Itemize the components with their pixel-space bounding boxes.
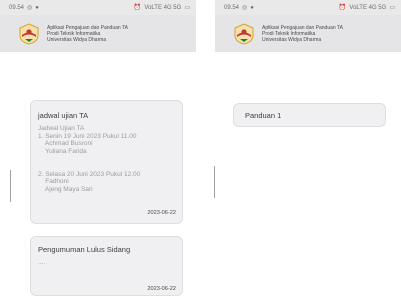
battery-icon: ▭ (389, 4, 395, 11)
app-title: Aplikasi Pengajuan dan Panduan TA Prodi … (262, 24, 343, 43)
announcement-card[interactable]: jadwal ujian TA Jadwal Ujian TA 1. Senin… (30, 100, 183, 224)
university-logo-icon (234, 22, 254, 45)
card-body: .... (38, 259, 46, 266)
card-title: Pengumuman Lulus Sidang (38, 245, 131, 254)
guide-list-item[interactable]: Panduan 1 (233, 103, 386, 127)
app-header: Aplikasi Pengajuan dan Panduan TA Prodi … (0, 15, 196, 52)
circle-status-icon: ● (250, 4, 254, 11)
card-body: Jadwal Ujian TA 1. Senin 19 Juni 2023 Pu… (38, 125, 141, 193)
status-bar: 09.54 ◎ ● ⏰ VoLTE 4G 5G ▭ (215, 0, 401, 15)
card-title: jadwal ujian TA (38, 111, 89, 120)
guide-title: Panduan 1 (245, 111, 282, 120)
alarm-icon: ⏰ (133, 4, 142, 11)
university-logo-icon (19, 22, 39, 45)
card-date: 2023-06-22 (147, 286, 176, 292)
card-date: 2023-06-22 (147, 210, 176, 216)
battery-icon: ▭ (184, 4, 190, 11)
announcement-card[interactable]: Pengumuman Lulus Sidang .... 2023-06-22 (30, 236, 183, 296)
status-bar: 09.54 ◎ ● ⏰ VoLTE 4G 5G ▭ (0, 0, 196, 15)
whatsapp-icon: ◎ (27, 4, 33, 11)
network-indicator: VoLTE 4G 5G (349, 4, 387, 11)
phone-screen-right: 09.54 ◎ ● ⏰ VoLTE 4G 5G ▭ Aplikasi Penga… (215, 0, 401, 300)
whatsapp-icon: ◎ (242, 4, 248, 11)
status-time: 09.54 (9, 4, 25, 11)
app-title: Aplikasi Pengajuan dan Panduan TA Prodi … (47, 24, 128, 43)
alarm-icon: ⏰ (338, 4, 347, 11)
status-time: 09.54 (224, 4, 240, 11)
scroll-handle (10, 170, 11, 202)
network-indicator: VoLTE 4G 5G (144, 4, 182, 11)
app-header: Aplikasi Pengajuan dan Panduan TA Prodi … (215, 15, 401, 52)
phone-screen-left: 09.54 ◎ ● ⏰ VoLTE 4G 5G ▭ Aplikasi Penga… (0, 0, 196, 300)
circle-status-icon: ● (35, 4, 39, 11)
